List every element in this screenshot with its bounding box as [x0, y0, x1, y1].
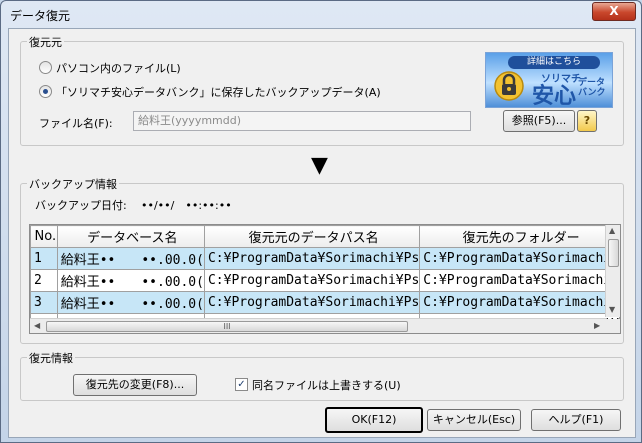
- table-row[interactable]: 1 給料王•• ••.00.0( C:¥ProgramData¥Sorimach…: [30, 247, 620, 270]
- dialog-body: 復元元 パソコン内のファイル(L) 「ソリマチ安心データバンク」に保存したバック…: [8, 28, 636, 438]
- scroll-corner: [606, 319, 620, 333]
- cell-source-path: C:¥ProgramData¥Sorimachi¥Ps: [203, 247, 421, 270]
- radio-pc-file-label[interactable]: パソコン内のファイル(L): [56, 60, 181, 76]
- overwrite-label[interactable]: 同名ファイルは上書きする(U): [252, 377, 401, 393]
- backup-date-label: バックアップ日付:: [35, 199, 127, 212]
- column-header-no[interactable]: No.: [30, 225, 58, 248]
- radio-pc-file[interactable]: [39, 61, 52, 74]
- safe-lock-icon: [494, 71, 524, 101]
- cell-dest-folder: C:¥ProgramData¥Sorimachi¥: [419, 269, 620, 292]
- window-title: データ復元: [10, 9, 71, 23]
- ok-button[interactable]: OK(F12): [325, 407, 423, 433]
- filename-input[interactable]: 給料王(yyyymmdd): [133, 111, 471, 131]
- scroll-thumb-grip: III: [223, 322, 231, 331]
- cell-source-path: C:¥ProgramData¥Sorimachi¥Ps: [203, 269, 421, 292]
- cell-db-name: 給料王•• ••.00.0(: [56, 291, 205, 314]
- close-button[interactable]: X: [592, 2, 636, 21]
- down-arrow-icon: ▼: [311, 153, 328, 178]
- cell-dest-folder: C:¥ProgramData¥Sorimachi¥: [419, 247, 620, 270]
- table-header: No. データベース名 復元元のデータパス名 復元先のフォルダー: [30, 225, 620, 248]
- column-header-source-path[interactable]: 復元元のデータパス名: [203, 225, 421, 248]
- scroll-down-icon[interactable]: ▼: [609, 305, 615, 314]
- cell-db-name: 給料王•• ••.00.0(: [56, 247, 205, 270]
- data-bank-banner[interactable]: 詳細はこちら ソリマチ 安心 データバンク: [485, 52, 613, 109]
- backup-info-title: バックアップ情報: [27, 176, 119, 192]
- cell-source-path: C:¥ProgramData¥Sorimachi¥Ps: [203, 291, 421, 314]
- help-icon: ?: [583, 114, 591, 127]
- title-bar[interactable]: データ復元 X: [1, 1, 641, 27]
- radio-data-bank[interactable]: [39, 85, 52, 98]
- dialog-window: データ復元 X 復元元 パソコン内のファイル(L) 「ソリマチ安心データバンク」…: [0, 0, 642, 443]
- table-row[interactable]: 2 給料王•• ••.00.0( C:¥ProgramData¥Sorimach…: [30, 269, 620, 292]
- banner-tag: 詳細はこちら: [508, 56, 600, 69]
- filename-label: ファイル名(F):: [39, 117, 113, 130]
- scroll-up-icon[interactable]: ▲: [609, 226, 615, 235]
- vertical-scrollbar[interactable]: ▲ ▼: [605, 225, 620, 317]
- browse-button[interactable]: 参照(F5)...: [503, 110, 575, 132]
- column-header-db-name[interactable]: データベース名: [56, 225, 205, 248]
- banner-line3: データバンク: [578, 78, 606, 98]
- help-button-label: ヘルプ(F1): [548, 413, 604, 426]
- backup-date-value: ••/••/ ••:••:••: [141, 199, 232, 212]
- filename-value: 給料王(yyyymmdd): [138, 114, 242, 127]
- table-row[interactable]: 3 給料王•• ••.00.0( C:¥ProgramData¥Sorimach…: [30, 291, 620, 314]
- horizontal-scrollbar[interactable]: ◀ III ▶: [30, 318, 606, 333]
- banner-line2: 安心: [532, 84, 577, 109]
- column-header-dest-folder[interactable]: 復元先のフォルダー: [419, 225, 620, 248]
- radio-data-bank-label[interactable]: 「ソリマチ安心データバンク」に保存したバックアップデータ(A): [56, 84, 381, 100]
- horizontal-scroll-thumb[interactable]: III: [46, 321, 408, 332]
- change-destination-label: 復元先の変更(F8)...: [85, 378, 185, 391]
- ok-button-label: OK(F12): [351, 413, 397, 426]
- close-icon: X: [609, 4, 619, 18]
- cell-no: 2: [30, 269, 58, 292]
- restore-info-title: 復元情報: [27, 350, 75, 366]
- cell-dest-folder: C:¥ProgramData¥Sorimachi¥: [419, 291, 620, 314]
- vertical-scroll-thumb[interactable]: [608, 239, 619, 267]
- help-button[interactable]: ヘルプ(F1): [531, 409, 621, 431]
- change-destination-button[interactable]: 復元先の変更(F8)...: [73, 374, 197, 396]
- help-icon-button[interactable]: ?: [577, 110, 597, 132]
- backup-table[interactable]: No. データベース名 復元元のデータパス名 復元先のフォルダー 1 給料王••…: [29, 224, 621, 334]
- cancel-button[interactable]: キャンセル(Esc): [427, 409, 521, 431]
- browse-button-label: 参照(F5)...: [511, 114, 567, 127]
- scroll-right-icon[interactable]: ▶: [594, 321, 600, 330]
- cell-db-name: 給料王•• ••.00.0(: [56, 269, 205, 292]
- cell-no: 1: [30, 247, 58, 270]
- cell-no: 3: [30, 291, 58, 314]
- source-group-title: 復元元: [27, 34, 64, 50]
- scroll-left-icon[interactable]: ◀: [34, 321, 40, 330]
- overwrite-checkbox[interactable]: ✓: [235, 378, 248, 391]
- cancel-button-label: キャンセル(Esc): [432, 413, 516, 426]
